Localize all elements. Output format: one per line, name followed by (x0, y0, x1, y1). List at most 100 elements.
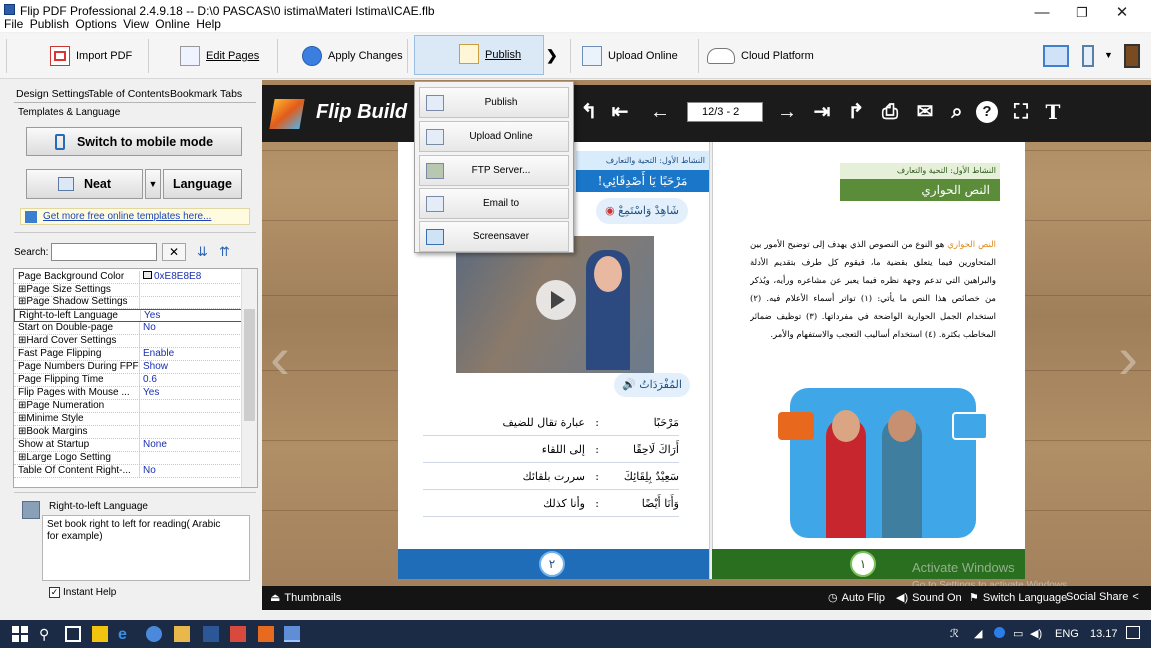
scrollbar-thumb[interactable] (244, 309, 255, 421)
audio-icon[interactable]: ◉ (605, 204, 615, 217)
speaker-icon[interactable]: 🔊 (622, 378, 636, 391)
clear-search-icon[interactable]: ✕ (162, 243, 186, 261)
flip-pdf-icon[interactable] (284, 626, 300, 642)
play-button[interactable] (536, 280, 576, 320)
video-thumbnail[interactable] (456, 236, 654, 373)
property-row[interactable]: Fast Page Flipping Enable (14, 348, 256, 361)
thumbnails-button[interactable]: ⏏ Thumbnails (270, 591, 341, 605)
flip-app-icon[interactable] (258, 626, 274, 642)
task-view-icon[interactable] (65, 626, 81, 642)
property-row[interactable]: ⊞Large Logo Setting (14, 452, 256, 465)
next-flip-arrow-icon[interactable]: › (1118, 318, 1146, 398)
menu-online[interactable]: Online (155, 17, 190, 31)
property-row[interactable]: Show at Startup None (14, 439, 256, 452)
collapse-all-icon[interactable]: ⇊ (197, 244, 208, 260)
menu-file[interactable]: File (4, 17, 23, 31)
checkbox-checked-icon[interactable]: ✓ (49, 587, 60, 598)
volume-icon[interactable]: ◀) (1030, 627, 1042, 640)
next-page-icon[interactable]: → (774, 99, 800, 125)
property-row[interactable]: Page Flipping Time 0.6 (14, 374, 256, 387)
sound-button[interactable]: ◀) Sound On (896, 591, 962, 605)
menu-item-email-to[interactable]: Email to (419, 188, 569, 219)
edit-pages-button[interactable]: Edit Pages (180, 41, 259, 71)
menu-publish[interactable]: Publish (30, 17, 69, 31)
more-templates-link-box[interactable]: Get more free online templates here... (20, 208, 250, 225)
network-icon[interactable]: ◢ (974, 627, 982, 640)
help-question-icon[interactable]: ? (976, 101, 998, 123)
property-scrollbar[interactable] (241, 269, 257, 487)
menu-view[interactable]: View (123, 17, 149, 31)
bluetooth-icon[interactable] (994, 627, 1005, 638)
social-share-button[interactable]: Social Share < (1066, 591, 1139, 603)
theme-icon[interactable] (1124, 44, 1140, 68)
email-icon[interactable]: ✉ (912, 99, 938, 125)
apply-changes-button[interactable]: Apply Changes (302, 41, 403, 71)
property-row[interactable]: Flip Pages with Mouse ... Yes (14, 387, 256, 400)
notification-icon[interactable] (1126, 626, 1140, 639)
home-back-icon[interactable]: ↰ (576, 99, 602, 125)
property-row-selected[interactable]: Right-to-left LanguageYes▼ (14, 309, 256, 322)
property-row[interactable]: ⊞Page Numeration (14, 400, 256, 413)
browser-icon[interactable] (146, 626, 162, 642)
minimize-button[interactable]: — (1027, 2, 1057, 24)
menu-item-upload-online[interactable]: Upload Online (419, 121, 569, 152)
property-row[interactable]: ⊞Book Margins (14, 426, 256, 439)
clock[interactable]: 13.17 (1090, 628, 1118, 640)
fullscreen-icon[interactable]: ⛶ (1008, 99, 1034, 125)
import-pdf-button[interactable]: Import PDF (50, 41, 132, 71)
property-row[interactable]: Page Background Color 0xE8E8E8 (14, 271, 256, 284)
property-row[interactable]: Page Numbers During FPF Show (14, 361, 256, 374)
tab-design-settings[interactable]: Design Settings (16, 88, 90, 102)
property-value[interactable]: Yes (140, 310, 243, 321)
previous-page-icon[interactable]: ← (647, 99, 673, 125)
page-indicator-input[interactable]: 12/3 - 2 (687, 102, 763, 122)
property-row[interactable]: ⊞Page Size Settings (14, 284, 256, 297)
previous-flip-arrow-icon[interactable]: ‹ (270, 318, 298, 398)
cloud-platform-button[interactable]: Cloud Platform (707, 41, 814, 71)
share-icon[interactable]: ↱ (843, 99, 869, 125)
auto-flip-button[interactable]: ◷ Auto Flip (828, 591, 885, 605)
template-neat-button[interactable]: Neat (26, 169, 143, 199)
battery-icon[interactable]: ▭ (1013, 627, 1023, 640)
desktop-view-icon[interactable] (1043, 45, 1069, 67)
property-row[interactable]: ⊞Minime Style (14, 413, 256, 426)
property-row[interactable]: ⊞Hard Cover Settings (14, 335, 256, 348)
template-dropdown-icon[interactable]: ▼ (145, 169, 161, 199)
pdf-reader-icon[interactable] (230, 626, 246, 642)
text-mode-icon[interactable]: T (1040, 99, 1066, 125)
more-templates-link[interactable]: Get more free online templates here... (43, 211, 211, 222)
search-icon[interactable]: ⚲ (39, 626, 55, 642)
expand-all-icon[interactable]: ⇈ (219, 244, 230, 260)
close-button[interactable]: ✕ (1107, 2, 1137, 24)
switch-language-button[interactable]: ⚑ Switch Language (969, 591, 1067, 605)
tab-table-of-contents[interactable]: Table of Contents (88, 88, 170, 102)
switch-mobile-button[interactable]: Switch to mobile mode (26, 127, 242, 156)
store-icon[interactable] (92, 626, 108, 642)
property-row[interactable]: Start on Double-page No (14, 322, 256, 335)
first-page-icon[interactable]: ⇤ (607, 99, 633, 125)
upload-online-button[interactable]: Upload Online (582, 41, 678, 71)
menu-help[interactable]: Help (196, 17, 221, 31)
property-row[interactable]: ⊞Page Shadow Settings (14, 296, 256, 309)
menu-options[interactable]: Options (75, 17, 116, 31)
menu-item-publish[interactable]: Publish (419, 87, 569, 118)
menu-item-ftp-server[interactable]: FTP Server... (419, 155, 569, 186)
instant-help-checkbox[interactable]: ✓ Instant Help (49, 587, 116, 598)
word-icon[interactable] (203, 626, 219, 642)
edge-icon[interactable]: e (118, 626, 134, 643)
restore-button[interactable]: ❐ (1067, 2, 1097, 24)
language-button[interactable]: Language (163, 169, 242, 199)
language-indicator[interactable]: ENG (1055, 628, 1079, 640)
mobile-view-icon[interactable] (1082, 45, 1094, 67)
publish-button[interactable]: Publish (414, 35, 544, 75)
file-explorer-icon[interactable] (174, 626, 190, 642)
property-row[interactable]: Table Of Content Right-... No (14, 465, 256, 478)
people-icon[interactable]: ℛ (950, 627, 959, 640)
print-icon[interactable]: ⎙ (877, 99, 903, 125)
search-input[interactable] (51, 243, 157, 261)
search-icon[interactable]: ⌕ (944, 99, 970, 125)
start-icon[interactable] (12, 626, 28, 642)
chevron-right-icon[interactable]: ❯ (546, 47, 558, 64)
menu-item-screensaver[interactable]: Screensaver (419, 221, 569, 252)
last-page-icon[interactable]: ⇥ (809, 99, 835, 125)
